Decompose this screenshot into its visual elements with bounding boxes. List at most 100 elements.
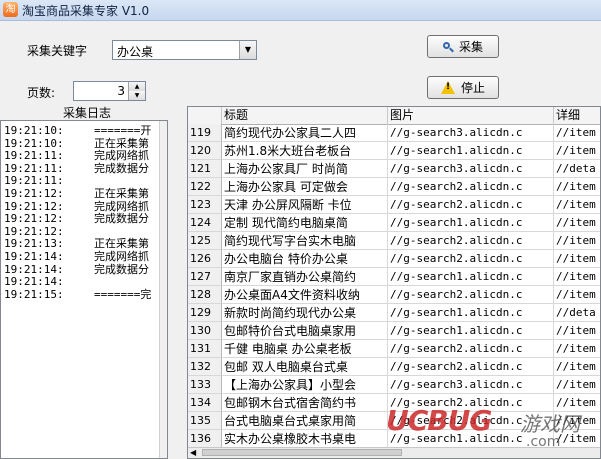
row-image-link[interactable]: //g-search2.alicdn.c [388, 358, 554, 376]
row-detail-link[interactable]: //item [554, 358, 600, 376]
row-title: 南京厂家直销办公桌简约 [222, 268, 388, 286]
row-image-link[interactable]: //g-search2.alicdn.c [388, 250, 554, 268]
row-detail-link[interactable]: //deta [554, 160, 600, 178]
stop-button[interactable]: 停止 [427, 76, 499, 99]
row-detail-link[interactable]: //deta [554, 304, 600, 322]
log-time: 19:21:12: [4, 224, 64, 238]
row-image-link[interactable]: //g-search2.alicdn.c [388, 232, 554, 250]
log-time: 19:21:11: [4, 161, 64, 175]
table-row[interactable]: 125 简约现代写字台实木电脑//g-search2.alicdn.c//item [188, 232, 600, 250]
row-title: 定制 现代简约电脑桌简 [222, 214, 388, 232]
pages-value: 3 [117, 84, 125, 98]
row-image-link[interactable]: //g-search1.alicdn.c [388, 304, 554, 322]
row-detail-link[interactable]: //item [554, 430, 600, 448]
table-row[interactable]: 121 上海办公家具厂 时尚简//g-search3.alicdn.c//deta [188, 160, 600, 178]
log-line: 19:21:11: 完成数据分 [4, 161, 149, 175]
chevron-down-icon[interactable]: ▼ [239, 41, 256, 59]
header-detail[interactable]: 详细 [554, 107, 600, 124]
log-title: 采集日志 [63, 106, 112, 120]
table-row[interactable]: 124 定制 现代简约电脑桌简//g-search1.alicdn.c//item [188, 214, 600, 232]
log-scrollbar[interactable] [159, 121, 167, 458]
log-message: 正在采集第 [94, 136, 149, 150]
row-detail-link[interactable]: //item [554, 250, 600, 268]
log-message: 完成网络抓 [94, 149, 149, 163]
row-image-link[interactable]: //g-search2.alicdn.c [388, 196, 554, 214]
row-detail-link[interactable]: //item [554, 394, 600, 412]
row-index: 125 [188, 232, 222, 250]
log-time: 19:21:11: [4, 174, 64, 188]
row-detail-link[interactable]: //item [554, 196, 600, 214]
table-row[interactable]: 127 南京厂家直销办公桌简约//g-search1.alicdn.c//item [188, 268, 600, 286]
row-index: 126 [188, 250, 222, 268]
row-image-link[interactable]: //g-search1.alicdn.c [388, 430, 554, 448]
table-row[interactable]: 129 新款时尚简约现代办公桌//g-search1.alicdn.c//deta [188, 304, 600, 322]
row-detail-link[interactable]: //item [554, 322, 600, 340]
row-title: 包邮钢木台式宿舍简约书 [222, 394, 388, 412]
row-detail-link[interactable]: //item [554, 124, 600, 142]
log-line: 19:21:12: 完成网络抓 [4, 200, 149, 213]
table-row[interactable]: 123 天津 办公屏风隔断 卡位//g-search2.alicdn.c//ite… [188, 196, 600, 214]
row-detail-link[interactable]: //item [554, 214, 600, 232]
row-image-link[interactable]: //g-search2.alicdn.c [388, 340, 554, 358]
table-row[interactable]: 128 办公桌面A4文件资料收纳//g-search2.alicdn.c//ite… [188, 286, 600, 304]
row-title: 苏州1.8米大班台老板台 [222, 142, 388, 160]
row-image-link[interactable]: //g-search3.alicdn.c [388, 376, 554, 394]
spin-down-icon[interactable]: ▼ [128, 91, 145, 100]
row-detail-link[interactable]: //item [554, 286, 600, 304]
row-detail-link[interactable]: //item [554, 268, 600, 286]
row-image-link[interactable]: //g-search3.alicdn.c [388, 160, 554, 178]
table-row[interactable]: 122 上海办公家具 可定做会//g-search2.alicdn.c//item [188, 178, 600, 196]
row-detail-link[interactable]: //item [554, 178, 600, 196]
window-title: 淘宝商品采集专家 V1.0 [22, 4, 150, 18]
table-row[interactable]: 119 简约现代办公家具二人四//g-search3.alicdn.c//item [188, 124, 600, 142]
table-row[interactable]: 126 办公电脑台 特价办公桌//g-search2.alicdn.c//item [188, 250, 600, 268]
table-row[interactable]: 130 包邮特价台式电脑桌家用//g-search1.alicdn.c//item [188, 322, 600, 340]
row-image-link[interactable]: //g-search2.alicdn.c [388, 394, 554, 412]
header-image[interactable]: 图片 [388, 107, 554, 124]
log-time: 19:21:14: [4, 262, 64, 276]
log-line: 19:21:12: 正在采集第 [4, 188, 149, 200]
row-image-link[interactable]: //g-search2.alicdn.c [388, 286, 554, 304]
row-image-link[interactable]: //g-search3.alicdn.c [388, 124, 554, 142]
table-row[interactable]: 136 实木办公桌橡胶木书桌电//g-search1.alicdn.c//item [188, 430, 600, 448]
row-detail-link[interactable]: //item [554, 340, 600, 358]
row-detail-link[interactable]: //item [554, 232, 600, 250]
row-detail-link[interactable]: //item [554, 376, 600, 394]
row-image-link[interactable]: //g-search1.alicdn.c [388, 214, 554, 232]
row-image-link[interactable]: //g-search1.alicdn.c [388, 268, 554, 286]
stop-button-label: 停止 [460, 81, 485, 95]
row-title: 天津 办公屏风隔断 卡位 [222, 196, 388, 214]
row-image-link[interactable]: //g-search2.alicdn.c [388, 412, 554, 430]
table-row[interactable]: 134 包邮钢木台式宿舍简约书//g-search2.alicdn.c//item [188, 394, 600, 412]
pages-label: 页数: [27, 86, 56, 100]
header-index [188, 107, 222, 124]
log-line: 19:21:11: [4, 175, 94, 187]
table-row[interactable]: 132 包邮 双人电脑桌台式桌//g-search2.alicdn.c//item [188, 358, 600, 376]
log-message: 正在采集第 [94, 237, 149, 251]
log-message: =======开 [94, 124, 152, 137]
row-image-link[interactable]: //g-search1.alicdn.c [388, 142, 554, 160]
scroll-thumb[interactable] [202, 449, 402, 456]
grid-hscrollbar[interactable]: ◀ [188, 447, 600, 458]
header-title[interactable]: 标题 [222, 107, 388, 124]
row-index: 122 [188, 178, 222, 196]
results-grid[interactable]: 标题 图片 详细 119 简约现代办公家具二人四//g-search3.alicd… [187, 106, 601, 459]
row-image-link[interactable]: //g-search1.alicdn.c [388, 322, 554, 340]
row-index: 129 [188, 304, 222, 322]
log-panel[interactable]: 19:21:10: =======开 19:21:10: 正在采集第 19:21:11:… [0, 120, 168, 459]
title-bar: 淘 淘宝商品采集专家 V1.0 [0, 0, 601, 21]
row-index: 127 [188, 268, 222, 286]
row-title: 包邮特价台式电脑桌家用 [222, 322, 388, 340]
search-button[interactable]: 采集 [427, 35, 499, 58]
row-image-link[interactable]: //g-search2.alicdn.c [388, 178, 554, 196]
keyword-combobox[interactable]: 办公桌 ▼ [112, 40, 257, 60]
row-detail-link[interactable]: //item [554, 412, 600, 430]
scroll-left-icon[interactable]: ◀ [190, 448, 196, 458]
table-row[interactable]: 131 千健 电脑桌 办公桌老板//g-search2.alicdn.c//ite… [188, 340, 600, 358]
table-row[interactable]: 133 【上海办公家具】小型会//g-search3.alicdn.c//item [188, 376, 600, 394]
table-row[interactable]: 135 台式电脑桌台式桌家用简//g-search2.alicdn.c//item [188, 412, 600, 430]
row-detail-link[interactable]: //item [554, 142, 600, 160]
log-message: =======完 [94, 287, 152, 301]
table-row[interactable]: 120 苏州1.8米大班台老板台//g-search1.alicdn.c//ite… [188, 142, 600, 160]
pages-spinner[interactable]: 3 ▲ ▼ [73, 81, 146, 101]
